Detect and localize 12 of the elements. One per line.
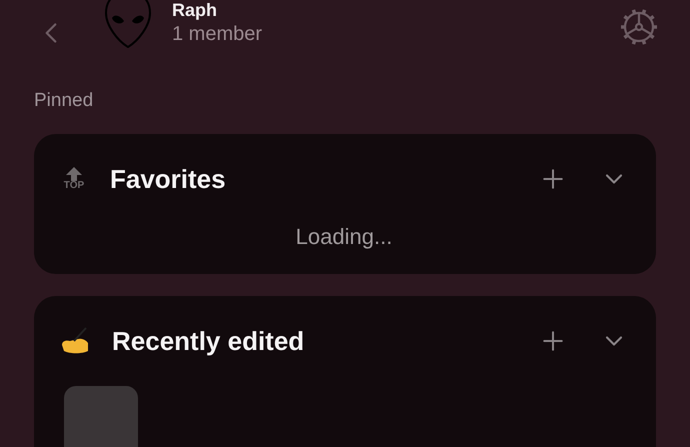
member-count: 1 member [172,22,262,46]
top-label: TOP [64,181,84,191]
alien-avatar-icon [104,0,152,48]
loading-text: Loading... [294,224,394,250]
page-thumbnail[interactable] [64,386,138,447]
group-title: Raph [172,0,218,20]
settings-icon[interactable] [620,8,658,46]
writing-hand-icon [60,327,90,355]
section-label: Pinned [34,90,94,112]
card-title: Recently edited [112,326,306,356]
card-title: Favorites [110,164,227,194]
up-arrow-icon [66,167,82,181]
